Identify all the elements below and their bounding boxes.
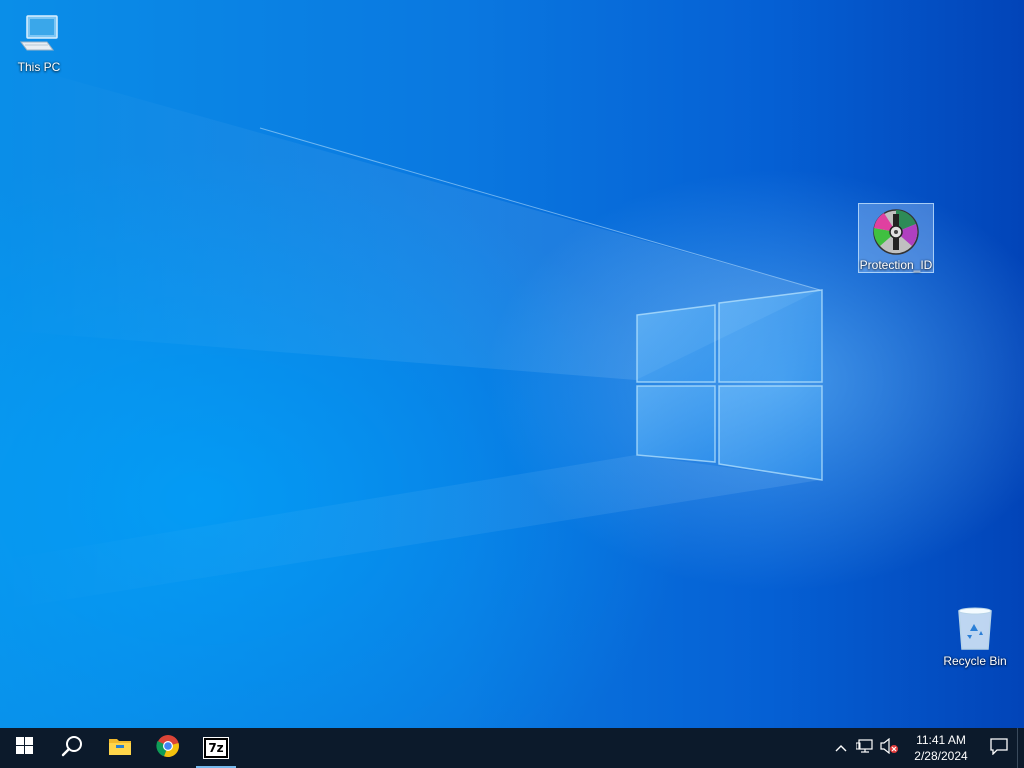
desktop-icon-recycle-bin[interactable]: Recycle Bin [937, 600, 1013, 668]
volume-button[interactable] [877, 728, 901, 768]
desktop-icon-protection-id[interactable]: Protection_ID [858, 203, 934, 273]
taskbar-app-file-explorer[interactable] [96, 728, 144, 768]
protection-id-icon [872, 208, 920, 256]
show-hidden-icons-button[interactable] [829, 728, 853, 768]
desktop-background: This PC Protection_ID Recycle Bin [0, 0, 1024, 728]
start-button[interactable] [0, 728, 48, 768]
desktop-icon-label: Protection_ID [859, 258, 933, 272]
recycle-bin-icon [951, 604, 999, 652]
search-icon [61, 735, 83, 762]
desktop-icon-label: Recycle Bin [943, 654, 1007, 668]
clock-time: 11:41 AM [916, 733, 966, 747]
clock[interactable]: 11:41 AM 2/28/2024 [907, 732, 975, 764]
action-center-icon [990, 737, 1008, 760]
windows-start-icon [15, 737, 33, 759]
network-button[interactable] [853, 728, 877, 768]
this-pc-icon [15, 10, 63, 58]
wallpaper-windows-logo [0, 60, 823, 610]
desktop-icon-this-pc[interactable]: This PC [1, 6, 77, 74]
taskbar-app-7zip[interactable]: 7z [192, 728, 240, 768]
file-explorer-icon [108, 736, 132, 761]
network-icon [855, 738, 874, 759]
volume-muted-icon [879, 737, 899, 759]
taskbar-app-chrome[interactable] [144, 728, 192, 768]
clock-date: 2/28/2024 [914, 749, 968, 763]
system-tray: 11:41 AM 2/28/2024 [829, 728, 1024, 768]
7zip-icon: 7z [203, 737, 229, 759]
chevron-up-icon [835, 739, 847, 757]
search-button[interactable] [48, 728, 96, 768]
chrome-icon [156, 734, 180, 763]
action-center-button[interactable] [981, 728, 1017, 768]
desktop-icon-label: This PC [17, 60, 61, 74]
taskbar: 7z 11:41 AM 2/28/2024 [0, 728, 1024, 768]
show-desktop-button[interactable] [1017, 728, 1024, 768]
